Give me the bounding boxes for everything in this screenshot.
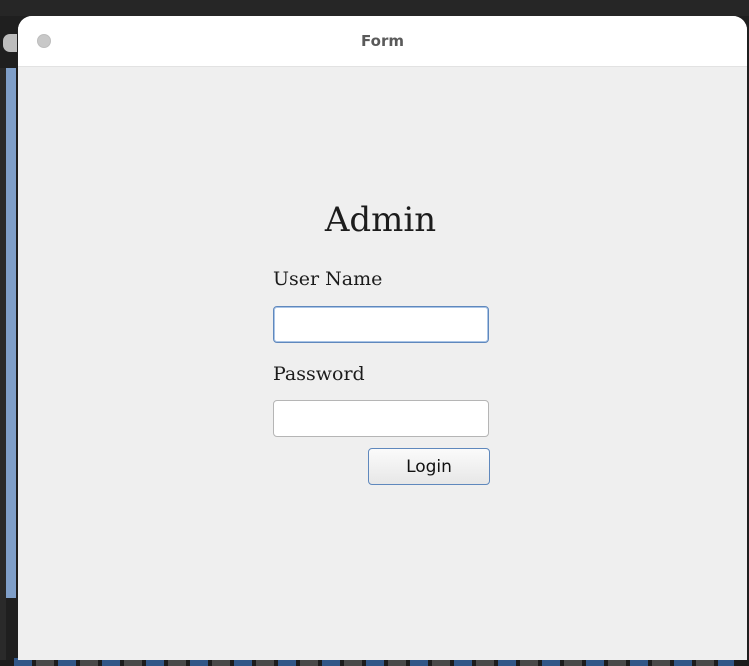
background-window-sidebar — [6, 68, 16, 598]
form-heading: Admin — [324, 200, 437, 240]
login-button[interactable]: Login — [368, 448, 490, 485]
form-window: Form Admin User Name Password Login — [18, 16, 747, 660]
username-label: User Name — [273, 268, 383, 290]
window-title: Form — [361, 32, 404, 50]
password-label: Password — [273, 363, 365, 385]
username-input[interactable] — [273, 306, 489, 343]
background-window-control — [3, 34, 17, 52]
window-titlebar[interactable]: Form — [18, 16, 747, 67]
desktop-background-top — [0, 0, 749, 16]
login-form: Admin User Name Password Login — [18, 67, 747, 660]
password-input[interactable] — [273, 400, 489, 437]
